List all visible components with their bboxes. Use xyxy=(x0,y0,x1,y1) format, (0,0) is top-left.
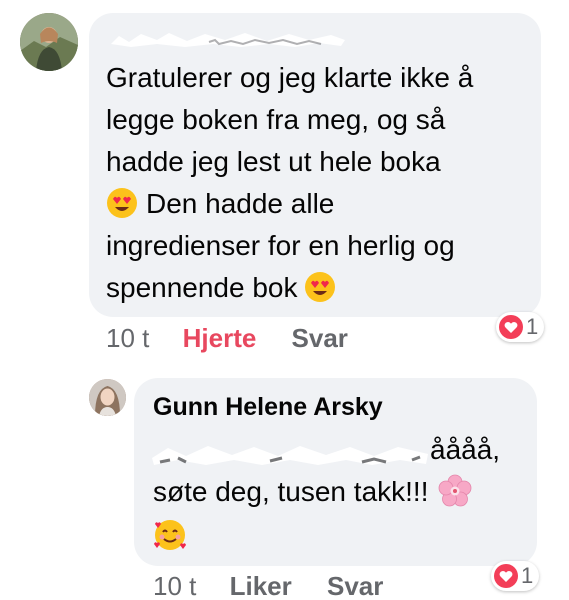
comment-actions: 10 t Hjerte Svar xyxy=(106,323,348,354)
comment-text-segment: spennende bok xyxy=(106,272,298,303)
heart-icon xyxy=(499,315,523,339)
comment-timestamp[interactable]: 10 t xyxy=(106,323,149,354)
reply-author-avatar[interactable] xyxy=(89,379,126,416)
comment-text-segment: Den hadde alle xyxy=(146,188,335,219)
reply-actions: 10 t Liker Svar xyxy=(153,571,383,600)
heart-icon xyxy=(494,564,518,588)
comment-text-line-with-emoji: spennende bok xyxy=(106,267,336,309)
reply-text-line-with-emoji: søte deg, tusen takk!!! xyxy=(153,472,472,512)
smiling-hearts-emoji-icon xyxy=(154,520,186,550)
comment-text-line-with-emoji: Den hadde alle xyxy=(106,183,334,225)
comment-thread: Gratulerer og jeg klarte ikke å legge bo… xyxy=(0,0,569,600)
like-button[interactable]: Liker xyxy=(230,571,292,600)
comment-text-line: ingredienser for en herlig og xyxy=(106,230,455,261)
comment-text-line: hadde jeg lest ut hele boka xyxy=(106,146,441,177)
cherry-blossom-emoji-icon xyxy=(439,474,472,507)
reaction-count: 1 xyxy=(526,314,539,339)
reply-button[interactable]: Svar xyxy=(327,571,383,600)
reply-text-segment: søte deg, tusen takk!!! xyxy=(153,476,429,507)
redacted-text xyxy=(152,446,428,465)
comment-text-line: legge boken fra meg, og så xyxy=(106,104,446,135)
redacted-author-name xyxy=(111,33,345,47)
reaction-summary[interactable]: 1 xyxy=(496,312,545,342)
reaction-count: 1 xyxy=(521,563,534,588)
avatar-photo-icon xyxy=(89,379,126,416)
reply-author-name[interactable]: Gunn Helene Arsky xyxy=(153,393,383,422)
avatar-photo-icon xyxy=(20,13,78,71)
reply-timestamp[interactable]: 10 t xyxy=(153,571,196,600)
reply-text-line: åååå, xyxy=(430,434,501,465)
heart-eyes-emoji-icon xyxy=(304,272,335,302)
commenter-avatar[interactable] xyxy=(20,13,78,71)
heart-eyes-emoji-icon xyxy=(107,188,137,218)
reply-button[interactable]: Svar xyxy=(292,323,348,354)
reaction-summary[interactable]: 1 xyxy=(491,561,540,591)
comment-text-line: Gratulerer og jeg klarte ikke å xyxy=(106,62,474,93)
react-button[interactable]: Hjerte xyxy=(183,323,257,354)
